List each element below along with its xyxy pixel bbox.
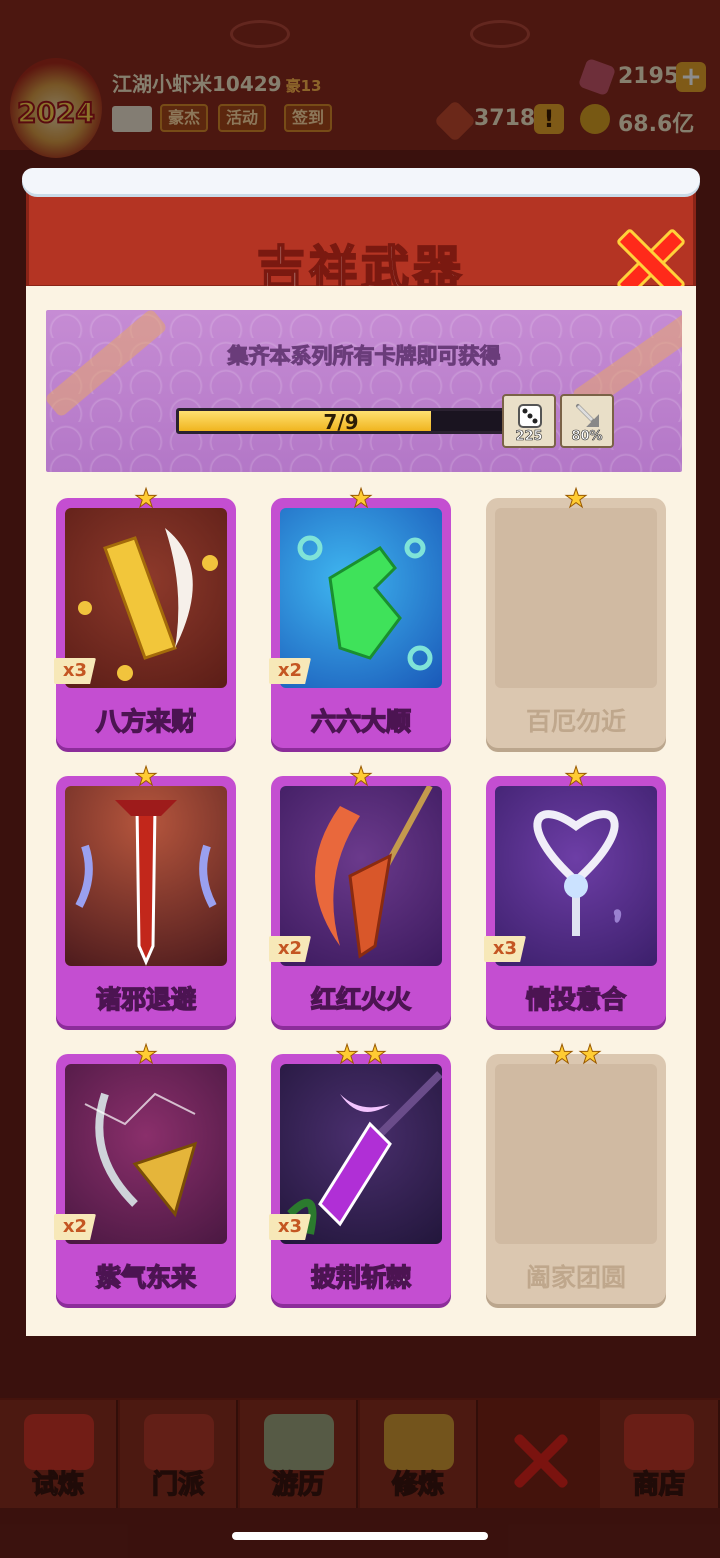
weapon-collection-dialog: 吉祥武器 集齐本系列所有卡牌即可获得 7/9 225 80% x3 八方来财 ★… [22, 168, 700, 1336]
card-label: 六六大顺 [310, 706, 412, 737]
dialog-body: 集齐本系列所有卡牌即可获得 7/9 225 80% x3 八方来财 ★ x2 六… [26, 286, 696, 1336]
card-label: 紫气东来 [95, 1262, 197, 1293]
star-icon: ★ [564, 762, 588, 792]
progress-text: 7/9 [323, 410, 359, 434]
dice-icon [518, 404, 542, 428]
star-icon: ★ [134, 484, 158, 514]
card-qingtou-yihe[interactable]: x3 情投意合 ★ [484, 764, 666, 1026]
reward-value: 225 [515, 429, 543, 445]
card-hejia-tuanyuan-locked[interactable]: 阖家团圆 ★ ★ [486, 1042, 666, 1304]
card-label: 八方来财 [95, 706, 197, 737]
card-ziqi-donglai[interactable]: x2 紫气东来 ★ [54, 1042, 236, 1304]
banner-text: 集齐本系列所有卡牌即可获得 [227, 344, 501, 369]
card-count: x2 [269, 658, 311, 684]
sword-icon [576, 404, 599, 427]
locked-card-art [495, 508, 657, 688]
star-icon: ★ [335, 1040, 359, 1070]
card-honghong-huohuo[interactable]: x2 红红火火 ★ [269, 764, 451, 1026]
card-label: 诸邪退避 [95, 984, 197, 1015]
card-label: 披荆斩棘 [310, 1262, 412, 1293]
collection-banner: 集齐本系列所有卡牌即可获得 7/9 225 80% [46, 310, 682, 472]
home-indicator[interactable] [232, 1532, 488, 1540]
dialog-header: 吉祥武器 [26, 188, 696, 298]
card-pijing-zhanji[interactable]: x3 披荆斩棘 ★ ★ [269, 1042, 451, 1304]
star-icon: ★ [134, 1040, 158, 1070]
card-bafang-laicai[interactable]: x3 八方来财 ★ [54, 486, 236, 748]
star-icon: ★ [578, 1040, 602, 1070]
card-label: 阖家团圆 [525, 1263, 626, 1292]
star-icon: ★ [550, 1040, 574, 1070]
card-count: x3 [54, 658, 96, 684]
star-icon: ★ [363, 1040, 387, 1070]
card-label: 红红火火 [310, 984, 412, 1015]
star-icon: ★ [134, 762, 158, 792]
star-icon: ★ [349, 484, 373, 514]
card-count: x3 [269, 1214, 311, 1240]
locked-card-art [495, 1064, 657, 1244]
star-icon: ★ [349, 762, 373, 792]
card-baie-wujin-locked[interactable]: 百厄勿近 ★ [486, 486, 666, 748]
card-label: 情投意合 [525, 984, 627, 1015]
red-sword-art [65, 786, 227, 966]
close-button[interactable] [617, 229, 679, 291]
reward-value: 80% [571, 429, 603, 445]
reward-sword[interactable]: 80% [560, 394, 614, 448]
card-zhuxie-tuibi[interactable]: 诸邪退避 ★ [56, 764, 236, 1026]
collection-progress-bar: 7/9 [176, 408, 506, 434]
snow-decoration [22, 168, 700, 194]
card-count: x2 [54, 1214, 96, 1240]
card-label: 百厄勿近 [525, 707, 626, 736]
card-count: x2 [269, 936, 311, 962]
star-icon: ★ [564, 484, 588, 514]
card-count: x3 [484, 936, 526, 962]
reward-dice[interactable]: 225 [502, 394, 556, 448]
card-liuliu-dashun[interactable]: x2 六六大顺 ★ [269, 486, 451, 748]
